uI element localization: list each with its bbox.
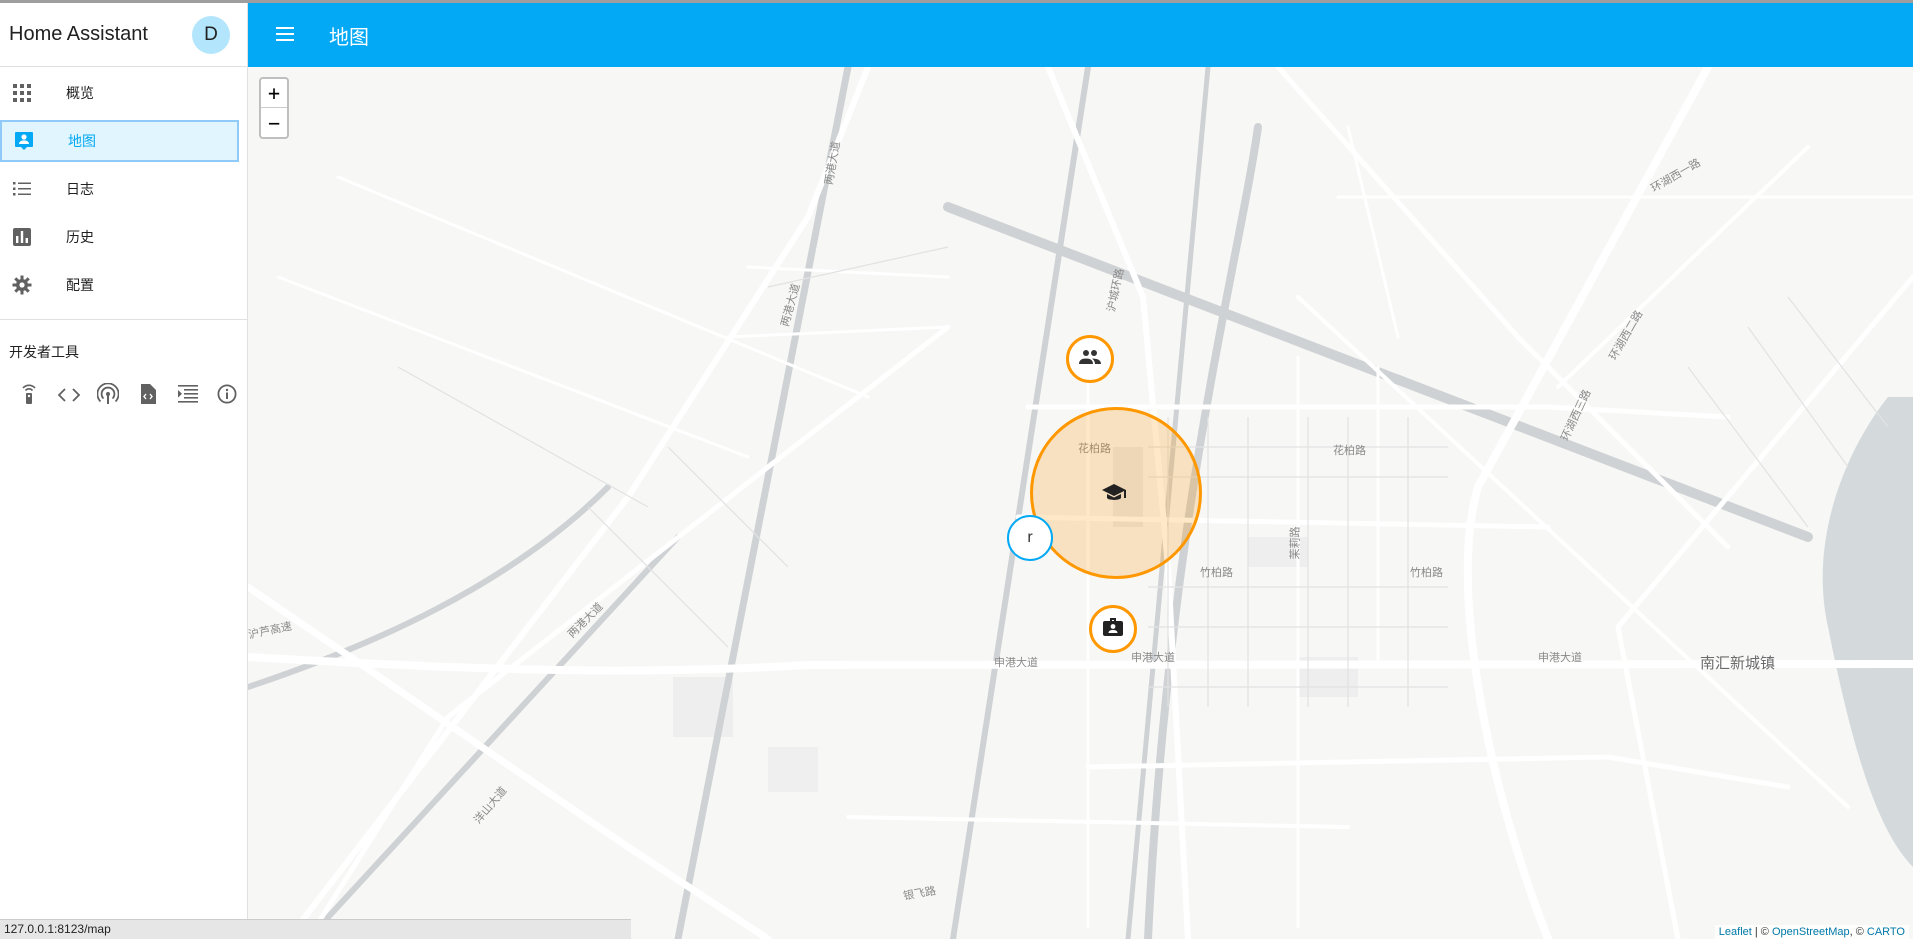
- sidebar-nav: 概览 地图 日志 历史 配置: [0, 67, 247, 306]
- attribution-separator: | ©: [1751, 926, 1772, 938]
- map-attribution: Leaflet | © OpenStreetMap, © CARTO: [1714, 925, 1909, 939]
- road-label: 竹柏路: [1410, 566, 1443, 579]
- sidebar-header: Home Assistant D: [0, 3, 247, 67]
- dev-tool-services[interactable]: [9, 376, 49, 416]
- map-account-icon: [13, 130, 35, 152]
- briefcase-account-icon: [1103, 618, 1123, 640]
- map-view[interactable]: 沪城环路 花柏路 花柏路 竹柏路 竹柏路 申港大道 申港大道 申港大道 两港大道…: [248, 67, 1913, 939]
- user-avatar[interactable]: D: [192, 15, 230, 54]
- code-icon: [57, 387, 80, 406]
- sidebar-item-label: 日志: [66, 182, 94, 198]
- browser-status-url: 127.0.0.1:8123/map: [0, 919, 631, 939]
- list-icon: [11, 178, 33, 200]
- info-icon: [217, 384, 237, 408]
- broadcast-icon: [96, 382, 120, 409]
- dev-tool-mqtt[interactable]: [168, 376, 208, 416]
- app-title: Home Assistant: [9, 23, 148, 45]
- school-icon: [1102, 484, 1126, 506]
- chart-icon: [11, 226, 33, 248]
- dev-tool-template[interactable]: [128, 376, 168, 416]
- sidebar-item-config[interactable]: 配置: [0, 264, 239, 306]
- remote-icon: [21, 383, 37, 409]
- account-group-icon: [1079, 349, 1101, 369]
- page-title: 地图: [329, 24, 369, 49]
- road-label: 花柏路: [1333, 444, 1366, 457]
- town-label: 南汇新城镇: [1700, 654, 1776, 672]
- zoom-in-button[interactable]: +: [261, 79, 287, 108]
- gear-icon: [11, 274, 33, 296]
- road-label: 申港大道: [1131, 651, 1175, 664]
- zoom-out-button[interactable]: −: [261, 108, 287, 137]
- sidebar-item-label: 概览: [66, 86, 94, 102]
- osm-link[interactable]: OpenStreetMap: [1772, 926, 1850, 938]
- sidebar-item-label: 配置: [66, 278, 94, 294]
- sidebar-item-label: 历史: [66, 230, 94, 246]
- file-code-icon: [140, 384, 156, 408]
- sidebar-item-logbook[interactable]: 日志: [0, 168, 239, 210]
- menu-button[interactable]: [265, 15, 305, 55]
- leaflet-link[interactable]: Leaflet: [1719, 926, 1752, 938]
- sidebar-item-map[interactable]: 地图: [0, 120, 239, 162]
- dev-tool-events[interactable]: [88, 376, 128, 416]
- zoom-control: + −: [259, 77, 289, 139]
- road-label: 竹柏路: [1200, 566, 1233, 579]
- dev-tools-title: 开发者工具: [9, 345, 79, 361]
- sidebar-item-overview[interactable]: 概览: [0, 72, 239, 114]
- zone-marker-work[interactable]: [1089, 605, 1137, 653]
- road-label: 申港大道: [1538, 651, 1582, 664]
- sidebar-item-label: 地图: [68, 134, 96, 150]
- zone-marker-people[interactable]: [1066, 335, 1114, 383]
- sidebar-item-history[interactable]: 历史: [0, 216, 239, 258]
- dev-tool-info[interactable]: [207, 376, 247, 416]
- carto-link[interactable]: CARTO: [1867, 926, 1905, 938]
- attribution-separator: , ©: [1849, 926, 1867, 938]
- hamburger-icon: [276, 26, 294, 45]
- dev-tools-bar: [0, 376, 247, 416]
- grid-icon: [11, 82, 33, 104]
- app-toolbar: 地图: [248, 3, 1913, 67]
- person-marker[interactable]: r: [1007, 515, 1053, 561]
- log-icon: [177, 385, 198, 407]
- road-label: 茉莉路: [1288, 526, 1302, 560]
- zone-marker-school[interactable]: [1090, 471, 1138, 519]
- road-label: 申港大道: [994, 656, 1038, 669]
- dev-tool-states[interactable]: [49, 376, 89, 416]
- sidebar: Home Assistant D 概览 地图 日志 历史 配置 开发者工具: [0, 3, 248, 939]
